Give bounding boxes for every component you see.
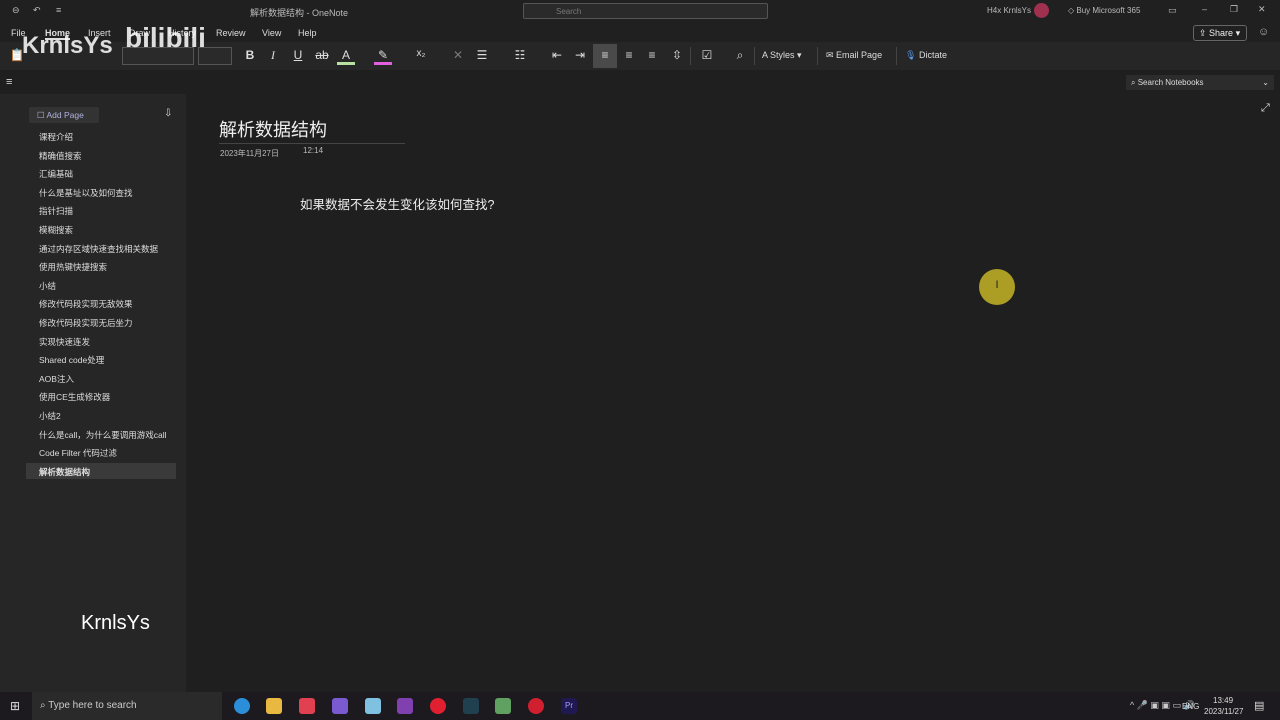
navigation-bar: ≡ ⌕ Search Notebooks ⌄ — [0, 70, 1280, 94]
menu-review[interactable]: Review — [216, 28, 246, 38]
page-list-item[interactable]: 课程介绍 — [26, 128, 176, 144]
onenote-icon[interactable] — [397, 698, 413, 714]
watermark-bottom: KrnlsYs — [81, 612, 150, 634]
window-title: 解析数据结构 - OneNote — [250, 8, 349, 18]
align-left-icon[interactable]: ≡ — [593, 44, 617, 68]
feedback-icon[interactable]: ☺ — [1258, 26, 1269, 38]
strikethrough-icon[interactable]: ab — [313, 48, 331, 62]
add-page-button[interactable]: ☐ Add Page — [29, 107, 99, 123]
watermark-text: KrnlsYs — [22, 32, 113, 59]
undo-icon[interactable]: ↶ — [33, 5, 41, 16]
numbering-icon[interactable]: ☷ — [511, 48, 529, 62]
bilibili-logo: bilibili — [125, 22, 206, 53]
highlight-icon[interactable]: ✎ — [374, 48, 392, 65]
hamburger-icon[interactable]: ≡ — [6, 76, 12, 88]
page-list-item[interactable]: 小结2 — [26, 407, 176, 423]
page-list-item[interactable]: 什么是基址以及如何查找 — [26, 184, 176, 200]
align-center-icon[interactable]: ≡ — [620, 48, 638, 62]
page-list-item[interactable]: 通过内存区域快速查找相关数据 — [26, 240, 176, 256]
buy-microsoft-button[interactable]: ◇ Buy Microsoft 365 — [1068, 6, 1140, 15]
email-page-button[interactable]: ✉ Email Page — [826, 50, 882, 61]
notifications-icon[interactable]: ▤ — [1254, 699, 1264, 712]
page-list-item[interactable]: 修改代码段实现无敌效果 — [26, 295, 176, 311]
page-list-item[interactable]: 修改代码段实现无后坐力 — [26, 314, 176, 330]
app-icon[interactable] — [365, 698, 381, 714]
page-date: 2023年11月27日 — [220, 149, 279, 158]
bullets-icon[interactable]: ☰ — [473, 48, 491, 62]
cursor-highlight: I — [979, 269, 1015, 305]
app-icon[interactable] — [299, 698, 315, 714]
expand-icon[interactable]: ⤢ — [1261, 102, 1270, 115]
page-list-item[interactable]: 什么是call，为什么要调用游戏call — [26, 426, 176, 442]
menu-help[interactable]: Help — [298, 28, 317, 38]
search-input[interactable]: Search — [523, 3, 768, 19]
font-color-icon[interactable]: A — [337, 48, 355, 65]
outdent-icon[interactable]: ⇤ — [548, 48, 566, 62]
page-list-item[interactable]: 指针扫描 — [26, 202, 176, 218]
windows-start-icon[interactable]: ⊞ — [10, 699, 20, 713]
page-time: 12:14 — [303, 146, 324, 155]
page-list-sidebar: ☐ Add Page ⇩ 课程介绍精确值搜索汇编基础什么是基址以及如何查找 指针扫… — [0, 94, 186, 692]
ribbon-display-icon[interactable]: ▭ — [1168, 5, 1177, 16]
app-icon[interactable] — [495, 698, 511, 714]
edge-icon[interactable] — [234, 698, 250, 714]
microphone-icon: 🎙 — [905, 50, 917, 60]
page-list-item[interactable]: 模糊搜索 — [26, 221, 176, 237]
indent-icon[interactable]: ⇥ — [571, 48, 589, 62]
app-icon[interactable] — [528, 698, 544, 714]
styles-button[interactable]: A Styles ▾ — [762, 50, 802, 61]
user-name[interactable]: H4x KrnlsYs — [987, 6, 1031, 15]
taskbar: ⊞ ⌕ Type here to search ^ 🎤 ▣ ▣ ▭ 🔊 ENG … — [0, 692, 1280, 720]
dictate-button[interactable]: 🎙 Dictate — [905, 50, 947, 61]
clear-formatting-icon[interactable]: ✕ — [449, 48, 467, 62]
minimize-button[interactable]: – — [1202, 4, 1207, 14]
page-list-item[interactable]: 小结 — [26, 277, 176, 293]
menu-view[interactable]: View — [262, 28, 281, 38]
align-right-icon[interactable]: ≡ — [643, 48, 661, 62]
back-icon[interactable]: ⊖ — [12, 5, 20, 16]
page-title[interactable]: 解析数据结构 — [219, 116, 327, 142]
page-list-item[interactable]: 汇编基础 — [26, 165, 176, 181]
page-list-item[interactable]: Shared code处理 — [26, 351, 176, 367]
bold-icon[interactable]: B — [241, 48, 259, 62]
share-button[interactable]: ⇪ Share ▾ — [1193, 25, 1247, 41]
quick-access-icon[interactable]: ≡ — [56, 5, 61, 15]
find-tags-icon[interactable]: ⌕ — [731, 48, 749, 63]
recorder-icon[interactable] — [430, 698, 446, 714]
tag-icon[interactable]: ☑ — [698, 48, 716, 62]
page-list-item[interactable]: 使用CE生成修改器 — [26, 388, 176, 404]
sort-icon[interactable]: ⇩ — [164, 108, 172, 119]
search-notebooks-input[interactable]: ⌕ Search Notebooks ⌄ — [1126, 75, 1274, 90]
file-explorer-icon[interactable] — [266, 698, 282, 714]
cheat-engine-icon[interactable] — [463, 698, 479, 714]
italic-icon[interactable]: I — [264, 48, 282, 63]
maximize-button[interactable]: ❐ — [1230, 4, 1238, 15]
close-button[interactable]: ✕ — [1258, 4, 1266, 15]
taskbar-search[interactable]: ⌕ Type here to search — [32, 692, 222, 720]
page-list-item[interactable]: AOB注入 — [26, 370, 176, 386]
page-list-item[interactable]: Code Filter 代码过滤 — [26, 444, 176, 460]
underline-icon[interactable]: U — [289, 48, 307, 62]
note-text[interactable]: 如果数据不会发生变化该如何查找? — [300, 194, 494, 213]
page-list-item[interactable]: 精确值搜索 — [26, 147, 176, 163]
avatar[interactable] — [1034, 3, 1049, 18]
clock-time[interactable]: 13:49 — [1213, 696, 1233, 705]
page-list-item[interactable]: 解析数据结构 — [26, 462, 176, 479]
clock-date[interactable]: 2023/11/27 — [1204, 707, 1243, 716]
page-list-item[interactable]: 实现快速连发 — [26, 333, 176, 349]
title-bar: ⊖ ↶ ≡ 解析数据结构 - OneNote Search H4x KrnlsY… — [0, 0, 1280, 22]
line-spacing-icon[interactable]: ⇳ — [668, 48, 686, 62]
premiere-icon[interactable]: Pr — [561, 698, 577, 714]
visual-studio-icon[interactable] — [332, 698, 348, 714]
language-indicator[interactable]: ENG — [1182, 702, 1199, 711]
subscript-icon[interactable]: x₂ — [412, 48, 430, 59]
page-list-item[interactable]: 使用热键快捷搜索 — [26, 258, 176, 274]
